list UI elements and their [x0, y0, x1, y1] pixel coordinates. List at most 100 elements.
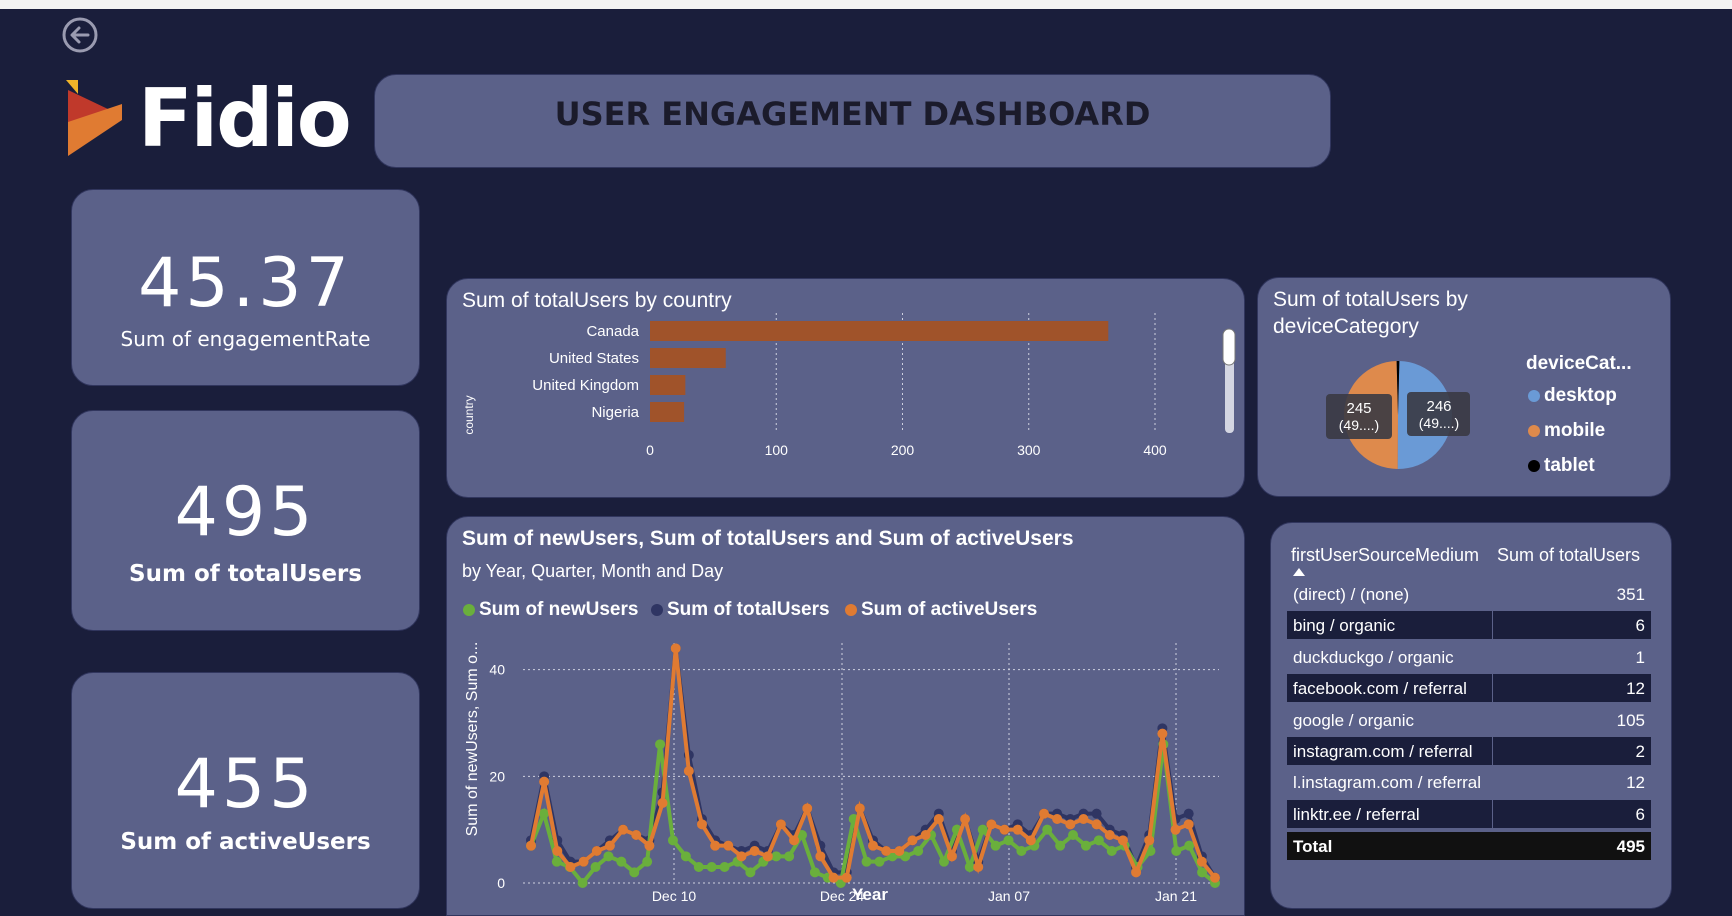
bar-united-kingdom[interactable] [650, 375, 686, 395]
data-point[interactable] [977, 824, 988, 835]
data-point[interactable] [1183, 808, 1194, 819]
legend-item-desktop[interactable]: desktop [1528, 385, 1617, 407]
data-point[interactable] [874, 856, 885, 867]
data-point[interactable] [841, 872, 852, 883]
table-row[interactable]: duckduckgo / organic 1 [1287, 643, 1651, 671]
data-point[interactable] [1039, 808, 1049, 819]
data-point[interactable] [881, 846, 892, 856]
legend-item-tablet[interactable]: tablet [1528, 455, 1595, 477]
data-point[interactable] [1171, 846, 1182, 856]
data-point[interactable] [1016, 846, 1027, 856]
data-point[interactable] [616, 856, 627, 867]
data-point[interactable] [723, 840, 734, 851]
bar-canada[interactable] [650, 321, 1109, 341]
data-point[interactable] [749, 846, 760, 856]
data-point[interactable] [868, 840, 878, 851]
data-point[interactable] [933, 814, 944, 824]
data-point[interactable] [644, 840, 655, 851]
data-point[interactable] [680, 851, 691, 862]
data-point[interactable] [655, 739, 666, 750]
column-header-total-users[interactable]: Sum of totalUsers [1497, 545, 1640, 566]
data-point[interactable] [1091, 808, 1102, 819]
data-point[interactable] [999, 824, 1010, 835]
data-point[interactable] [1025, 835, 1036, 846]
data-point[interactable] [629, 867, 640, 878]
data-point[interactable] [538, 808, 549, 819]
data-point[interactable] [1196, 856, 1207, 867]
data-point[interactable] [1093, 835, 1104, 846]
data-point[interactable] [1144, 835, 1155, 846]
data-point[interactable] [1104, 830, 1115, 840]
data-point[interactable] [960, 814, 971, 824]
data-point[interactable] [854, 803, 865, 814]
bar-nigeria[interactable] [650, 402, 685, 422]
data-point[interactable] [1170, 824, 1181, 835]
kpi-card-total-users[interactable]: 495 Sum of totalUsers [71, 410, 420, 631]
data-point[interactable] [604, 840, 615, 851]
kpi-card-active-users[interactable]: 455 Sum of activeUsers [71, 672, 420, 909]
data-point[interactable] [828, 872, 839, 883]
data-point[interactable] [552, 846, 563, 856]
data-point[interactable] [802, 803, 813, 814]
data-point[interactable] [1078, 814, 1089, 824]
data-point[interactable] [1184, 840, 1195, 851]
data-point[interactable] [551, 856, 562, 867]
data-point[interactable] [990, 840, 1001, 851]
data-point[interactable] [670, 643, 681, 654]
data-point[interactable] [642, 856, 653, 867]
data-point[interactable] [736, 851, 747, 862]
data-point[interactable] [657, 798, 668, 808]
data-point[interactable] [1210, 872, 1220, 883]
device-chart-panel[interactable]: Sum of totalUsers by deviceCategory 245 … [1257, 277, 1671, 497]
kpi-card-engagement-rate[interactable]: 45.37 Sum of engagementRate [71, 189, 420, 386]
data-point[interactable] [590, 862, 601, 872]
data-point[interactable] [667, 835, 678, 846]
data-point[interactable] [920, 830, 931, 840]
data-point[interactable] [591, 846, 602, 856]
data-point[interactable] [603, 851, 614, 862]
data-point[interactable] [719, 862, 730, 872]
data-point[interactable] [973, 862, 984, 872]
data-point[interactable] [1068, 830, 1079, 840]
bar-united-states[interactable] [650, 348, 726, 368]
legend-item-mobile[interactable]: mobile [1528, 420, 1605, 442]
data-point[interactable] [577, 878, 588, 888]
sort-ascending-icon[interactable] [1293, 568, 1305, 576]
chart-scrollbar-thumb[interactable] [1222, 328, 1236, 366]
table-row[interactable]: instagram.com / referral 2 [1287, 737, 1651, 765]
data-point[interactable] [784, 851, 795, 862]
data-point[interactable] [1117, 835, 1128, 846]
data-point[interactable] [913, 846, 924, 856]
data-point[interactable] [526, 840, 536, 851]
data-point[interactable] [631, 830, 642, 840]
data-point[interactable] [809, 867, 820, 878]
data-point[interactable] [697, 819, 707, 830]
data-point[interactable] [539, 776, 550, 787]
table-row[interactable]: bing / organic 6 [1287, 611, 1651, 640]
data-point[interactable] [1012, 824, 1023, 835]
data-point[interactable] [1042, 824, 1053, 835]
data-point[interactable] [986, 819, 997, 830]
data-point[interactable] [578, 856, 589, 867]
data-point[interactable] [745, 867, 756, 878]
table-row[interactable]: (direct) / (none) 351 [1287, 580, 1651, 608]
table-row[interactable]: google / organic 105 [1287, 706, 1651, 734]
table-row[interactable]: l.instagram.com / referral 12 [1287, 768, 1651, 796]
data-point[interactable] [946, 851, 957, 862]
data-point[interactable] [1106, 846, 1117, 856]
country-chart-panel[interactable]: Sum of totalUsers by country 0 100 200 300 4… [446, 278, 1245, 498]
source-table-panel[interactable]: firstUserSourceMedium Sum of totalUsers … [1270, 522, 1672, 909]
data-point[interactable] [1091, 819, 1102, 830]
data-point[interactable] [894, 846, 905, 856]
data-point[interactable] [706, 862, 717, 872]
data-point[interactable] [1080, 840, 1091, 851]
data-point[interactable] [1157, 728, 1168, 739]
data-point[interactable] [1052, 814, 1063, 824]
data-point[interactable] [861, 856, 872, 867]
data-point[interactable] [618, 824, 629, 835]
data-point[interactable] [565, 862, 576, 872]
data-point[interactable] [710, 840, 721, 851]
data-point[interactable] [693, 862, 704, 872]
data-point[interactable] [775, 819, 786, 830]
column-header-source[interactable]: firstUserSourceMedium [1291, 545, 1479, 566]
